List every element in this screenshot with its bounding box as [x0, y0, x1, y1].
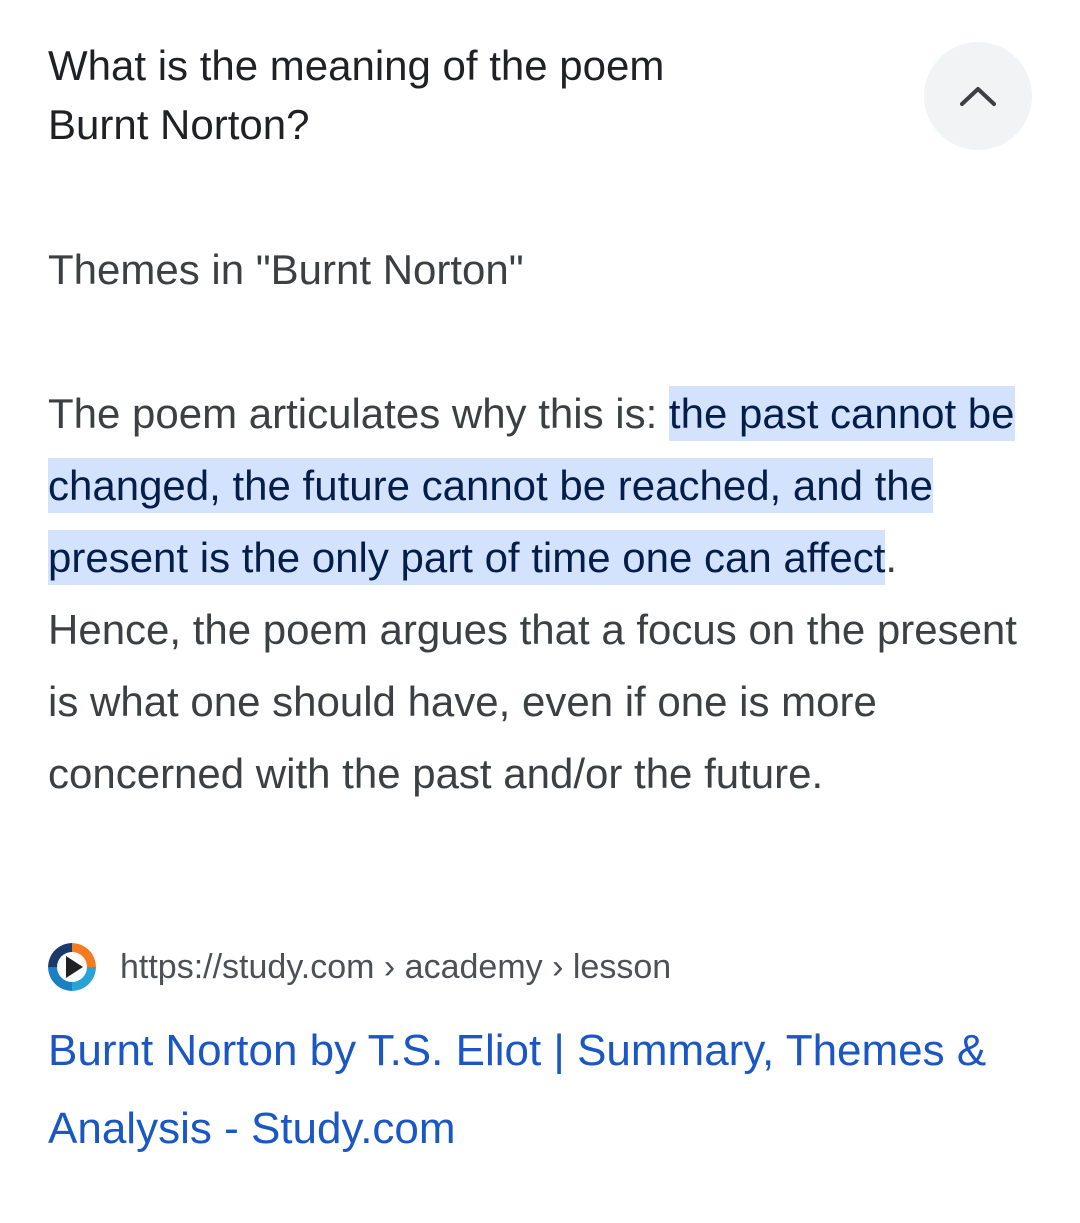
question-line-2: Burnt Norton? [48, 101, 310, 148]
source-row[interactable]: https://study.com › academy › lesson [48, 940, 671, 994]
answer-intro: The poem articulates why this is: [48, 390, 669, 437]
source-url: https://study.com › academy › lesson [120, 948, 672, 986]
study-com-logo-icon [48, 943, 96, 991]
question-line-1: What is the meaning of the poem [48, 42, 665, 89]
question-title: What is the meaning of the poem Burnt No… [48, 36, 848, 154]
result-title-link[interactable]: Burnt Norton by T.S. Eliot | Summary, Th… [48, 1012, 1038, 1168]
answer-snippet: The poem articulates why this is: the pa… [48, 378, 1038, 810]
answer-heading: Themes in "Burnt Norton" [48, 246, 524, 293]
collapse-button[interactable] [924, 42, 1032, 150]
chevron-up-icon [958, 84, 998, 108]
